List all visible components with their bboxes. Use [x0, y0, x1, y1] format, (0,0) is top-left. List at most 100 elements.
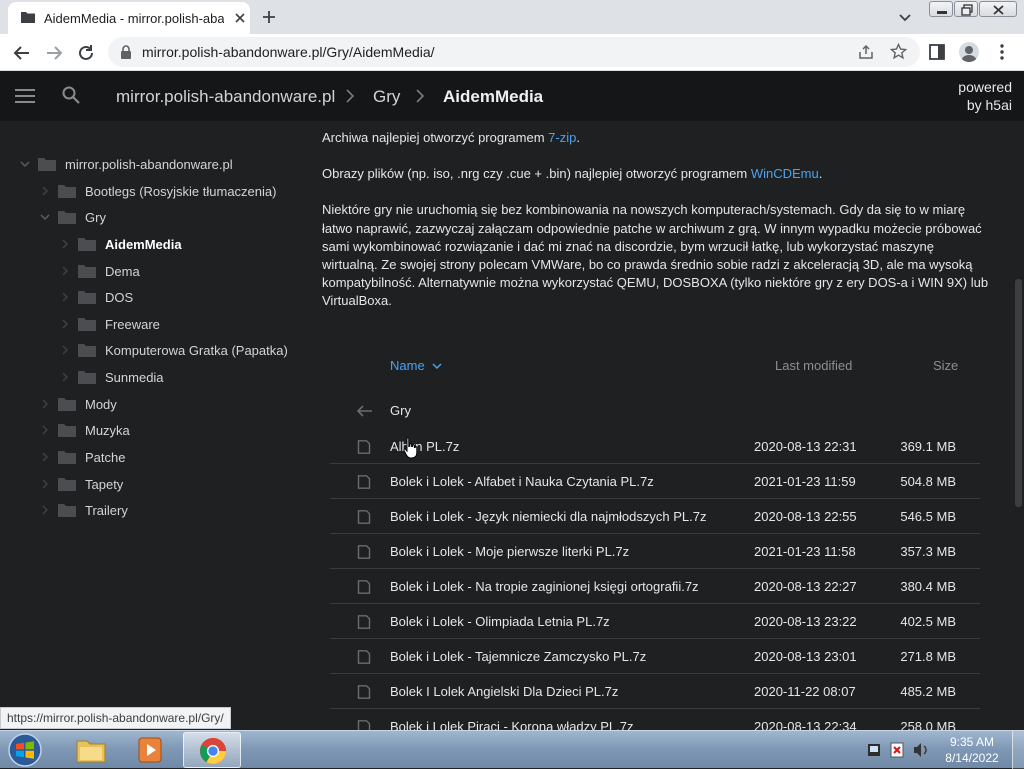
- chevron-right-icon[interactable]: [60, 319, 70, 329]
- tab-title: AidemMedia - mirror.polish-abandonware.p…: [44, 11, 224, 26]
- file-name[interactable]: Bolek i Lolek - Alfabet i Nauka Czytania…: [390, 474, 654, 489]
- taskbar-explorer-button[interactable]: [62, 732, 120, 768]
- powered-by-link[interactable]: powered by h5ai: [958, 78, 1012, 114]
- file-size: 504.8 MB: [900, 474, 956, 489]
- tree-item-mody[interactable]: Mody: [40, 393, 117, 415]
- taskbar-clock[interactable]: 9:35 AM 8/14/2022: [940, 734, 1004, 766]
- scrollbar-thumb[interactable]: [1015, 279, 1022, 507]
- file-name[interactable]: Bolek i Lolek - Na tropie zaginionej ksi…: [390, 579, 699, 594]
- system-tray-icons[interactable]: [866, 741, 932, 759]
- chevron-right-icon[interactable]: [60, 292, 70, 302]
- windows-start-icon[interactable]: [5, 732, 45, 768]
- tree-item-sunmedia[interactable]: Sunmedia: [60, 366, 164, 388]
- search-icon[interactable]: [62, 86, 80, 104]
- file-icon: [357, 545, 371, 559]
- address-url[interactable]: mirror.polish-abandonware.pl/Gry/AidemMe…: [142, 44, 435, 60]
- column-header-modified[interactable]: Last modified: [775, 358, 852, 373]
- file-row[interactable]: Bolek i Lolek - Alfabet i Nauka Czytania…: [330, 464, 980, 499]
- folder-icon: [78, 371, 96, 384]
- window-minimize-button[interactable]: [929, 1, 953, 17]
- browser-tab-active[interactable]: AidemMedia - mirror.polish-abandonware.p…: [8, 2, 250, 34]
- forward-arrow-icon[interactable]: [43, 42, 65, 64]
- powered-line: by h5ai: [966, 97, 1012, 113]
- info-text: Archiwa najlepiej otworzyć programem 7-z…: [322, 129, 992, 329]
- tree-item-label: Muzyka: [85, 422, 130, 438]
- lock-icon[interactable]: [120, 45, 132, 59]
- taskbar-chrome-button[interactable]: [183, 732, 241, 768]
- file-name[interactable]: Bolek i Lolek - Tajemnicze Zamczysko PL.…: [390, 649, 646, 664]
- browser-toolbar: mirror.polish-abandonware.pl/Gry/AidemMe…: [0, 34, 1024, 71]
- file-name[interactable]: Bolek i Lolek - Olimpiada Letnia PL.7z: [390, 614, 610, 629]
- side-panel-icon[interactable]: [929, 44, 945, 60]
- chevron-right-icon[interactable]: [60, 239, 70, 249]
- file-row[interactable]: Bolek i Lolek - Na tropie zaginionej ksi…: [330, 569, 980, 604]
- file-row[interactable]: Bolek i Lolek - Olimpiada Letnia PL.7z 20…: [330, 604, 980, 639]
- share-icon[interactable]: [858, 44, 874, 60]
- chevron-right-icon[interactable]: [60, 345, 70, 355]
- file-name[interactable]: Bolek i Lolek - Moje pierwsze literki PL…: [390, 544, 629, 559]
- tree-item-dos[interactable]: DOS: [60, 286, 133, 308]
- tree-item-freeware[interactable]: Freeware: [60, 313, 160, 335]
- breadcrumb-root[interactable]: mirror.polish-abandonware.pl: [116, 87, 335, 107]
- chevron-right-icon[interactable]: [40, 452, 50, 462]
- link-7zip[interactable]: 7-zip: [548, 130, 576, 145]
- breadcrumb-gry[interactable]: Gry: [373, 87, 400, 107]
- window-restore-button[interactable]: [954, 1, 978, 17]
- tree-item-tapety[interactable]: Tapety: [40, 473, 123, 495]
- hamburger-menu-icon[interactable]: [15, 88, 35, 104]
- back-arrow-icon[interactable]: [11, 42, 33, 64]
- back-arrow-icon: [357, 405, 372, 417]
- tree-item-bootlegs[interactable]: Bootlegs (Rosyjskie tłumaczenia): [40, 180, 276, 202]
- tree-item-root[interactable]: mirror.polish-abandonware.pl: [20, 153, 233, 175]
- file-row[interactable]: Bolek i Lolek - Moje pierwsze literki PL…: [330, 534, 980, 569]
- chevron-right-icon[interactable]: [60, 372, 70, 382]
- tree-item-gry[interactable]: Gry: [40, 206, 106, 228]
- new-tab-icon[interactable]: [260, 8, 278, 26]
- file-row[interactable]: Bolek i Lolek - Język niemiecki dla najm…: [330, 499, 980, 534]
- link-wincdemu[interactable]: WinCDEmu: [751, 166, 819, 181]
- column-header-size[interactable]: Size: [933, 358, 958, 373]
- bookmark-star-icon[interactable]: [890, 43, 907, 60]
- file-row[interactable]: Bolek i Lolek Piraci - Korona władzy PL.…: [330, 709, 980, 730]
- tree-item-dema[interactable]: Dema: [60, 260, 140, 282]
- window-close-button[interactable]: [979, 1, 1017, 17]
- reload-icon[interactable]: [75, 42, 97, 64]
- chevron-down-icon[interactable]: [20, 159, 30, 169]
- show-desktop-button[interactable]: [1012, 731, 1024, 769]
- tree-item-trailery[interactable]: Trailery: [40, 499, 128, 521]
- chevron-right-icon[interactable]: [60, 266, 70, 276]
- file-name[interactable]: Bolek i Lolek - Język niemiecki dla najm…: [390, 509, 706, 524]
- chevron-right-icon[interactable]: [40, 479, 50, 489]
- chevron-down-icon[interactable]: [897, 9, 913, 25]
- file-icon: [357, 720, 371, 730]
- page-scrollbar[interactable]: [1013, 121, 1024, 730]
- chevron-right-icon[interactable]: [40, 505, 50, 515]
- info-paragraph: Archiwa najlepiej otworzyć programem 7-z…: [322, 129, 992, 147]
- chevron-right-icon[interactable]: [40, 425, 50, 435]
- file-name[interactable]: Albyn PL.7z: [390, 439, 459, 454]
- file-name[interactable]: Bolek I Lolek Angielski Dla Dzieci PL.7z: [390, 684, 618, 699]
- chevron-down-icon[interactable]: [40, 212, 50, 222]
- file-row[interactable]: Bolek i Lolek - Tajemnicze Zamczysko PL.…: [330, 639, 980, 674]
- file-name[interactable]: Bolek i Lolek Piraci - Korona władzy PL.…: [390, 719, 634, 730]
- file-row[interactable]: Albyn PL.7z 2020-08-13 22:31 369.1 MB: [330, 429, 980, 464]
- parent-folder-row[interactable]: Gry: [330, 393, 980, 428]
- tree-item-muzyka[interactable]: Muzyka: [40, 419, 130, 441]
- address-bar[interactable]: mirror.polish-abandonware.pl/Gry/AidemMe…: [108, 37, 920, 67]
- folder-icon: [78, 238, 96, 251]
- tree-item-label: DOS: [105, 289, 134, 305]
- profile-avatar[interactable]: [959, 42, 979, 62]
- tree-item-komputerowa-gratka[interactable]: Komputerowa Gratka (Papatka): [60, 339, 288, 361]
- chevron-right-icon[interactable]: [40, 399, 50, 409]
- chevron-down-icon[interactable]: [432, 362, 442, 370]
- tree-item-patche[interactable]: Patche: [40, 446, 125, 468]
- tree-item-aidemmedia[interactable]: AidemMedia: [60, 233, 182, 255]
- file-row[interactable]: Bolek I Lolek Angielski Dla Dzieci PL.7z…: [330, 674, 980, 709]
- chevron-right-icon[interactable]: [40, 186, 50, 196]
- column-header-name[interactable]: Name: [390, 358, 425, 373]
- taskbar-media-player-button[interactable]: [122, 732, 180, 768]
- kebab-menu-icon[interactable]: [994, 43, 1010, 61]
- info-paragraph: Obrazy plików (np. iso, .nrg czy .cue + …: [322, 165, 992, 183]
- breadcrumb-current[interactable]: AidemMedia: [443, 87, 543, 107]
- close-icon[interactable]: [232, 10, 248, 26]
